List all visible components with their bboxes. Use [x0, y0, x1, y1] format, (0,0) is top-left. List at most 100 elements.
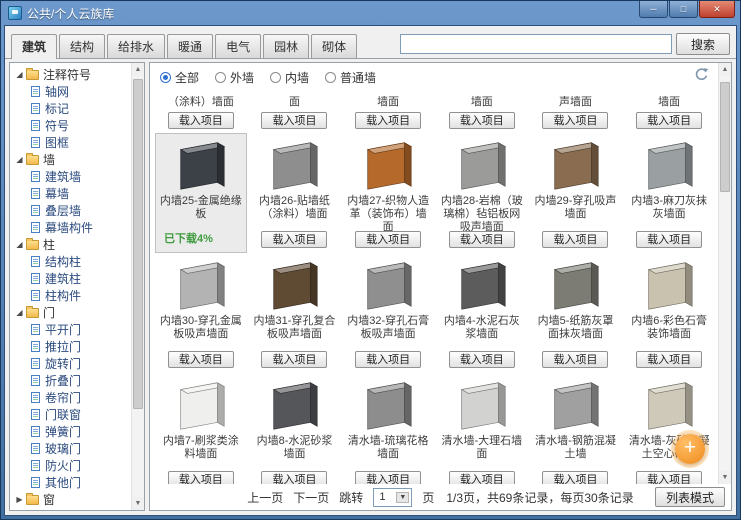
grid-item[interactable]: 内墙6-彩色石膏装饰墙面 载入项目 — [623, 253, 715, 373]
tab-结构[interactable]: 结构 — [59, 34, 106, 58]
expanded-icon[interactable]: ◢ — [14, 240, 25, 249]
sidebar-group[interactable]: ◢ 墙 — [14, 151, 129, 168]
list-mode-button[interactable]: 列表模式 — [654, 487, 725, 507]
load-project-button[interactable]: 载入项目 — [636, 231, 703, 248]
expanded-icon[interactable]: ◢ — [14, 70, 25, 79]
grid-item[interactable]: 内墙28-岩棉（玻璃棉）毡铝板网吸声墙面 载入项目 — [436, 133, 528, 253]
load-project-button[interactable]: 载入项目 — [636, 112, 703, 129]
load-project-button[interactable]: 载入项目 — [261, 231, 328, 248]
sidebar-item[interactable]: 图框 — [14, 134, 129, 151]
sidebar-item[interactable]: 符号 — [14, 117, 129, 134]
sidebar-item[interactable]: 轴网 — [14, 83, 129, 100]
sidebar-item[interactable]: 防火门 — [14, 457, 129, 474]
load-project-button[interactable]: 载入项目 — [542, 351, 609, 368]
load-project-button[interactable]: 载入项目 — [355, 112, 422, 129]
grid-item[interactable]: 内墙4-水泥石灰浆墙面 载入项目 — [436, 253, 528, 373]
sidebar-scrollbar[interactable]: ▲ ▼ — [131, 63, 144, 510]
tab-建筑[interactable]: 建筑 — [11, 34, 58, 59]
load-project-button[interactable]: 载入项目 — [261, 471, 328, 484]
scrollbar-thumb[interactable] — [720, 82, 730, 192]
sidebar-item[interactable]: 标记 — [14, 100, 129, 117]
load-project-button[interactable]: 载入项目 — [542, 231, 609, 248]
grid-item[interactable]: 内墙26-贴墙纸（涂料）墙面 载入项目 — [249, 133, 341, 253]
filter-option-内墙[interactable]: 内墙 — [270, 69, 309, 86]
sidebar-item[interactable]: 折叠门 — [14, 372, 129, 389]
load-project-button[interactable]: 载入项目 — [167, 351, 234, 368]
maximize-button[interactable]: □ — [669, 1, 698, 18]
refresh-icon[interactable] — [694, 67, 709, 82]
grid-item-clipped[interactable]: 声墙面 载入项目 — [530, 89, 622, 133]
grid-item[interactable]: 清水墙-灰砂混凝土空心砖墙 载入项目 — [623, 373, 715, 484]
grid-item[interactable]: 内墙32-穿孔石膏板吸声墙面 载入项目 — [342, 253, 434, 373]
grid-item[interactable]: 内墙5-纸筋灰罩面抹灰墙面 载入项目 — [530, 253, 622, 373]
scroll-up-icon[interactable]: ▲ — [132, 63, 144, 76]
sidebar-group[interactable]: ◢ 柱 — [14, 236, 129, 253]
sidebar-item[interactable]: 建筑墙 — [14, 168, 129, 185]
sidebar-item[interactable]: 玻璃门 — [14, 440, 129, 457]
sidebar-item[interactable]: 叠层墙 — [14, 202, 129, 219]
expanded-icon[interactable]: ◢ — [14, 155, 25, 164]
sidebar-item[interactable]: 幕墙 — [14, 185, 129, 202]
load-project-button[interactable]: 载入项目 — [167, 471, 234, 484]
filter-option-外墙[interactable]: 外墙 — [215, 69, 254, 86]
grid-item-clipped[interactable]: 墙面 载入项目 — [623, 89, 715, 133]
collapsed-icon[interactable]: ▶ — [14, 495, 25, 504]
sidebar-group[interactable]: ▶ 窗 — [14, 491, 129, 508]
load-project-button[interactable]: 载入项目 — [542, 471, 609, 484]
tab-给排水[interactable]: 给排水 — [107, 34, 166, 58]
search-input[interactable] — [399, 34, 672, 54]
load-project-button[interactable]: 载入项目 — [636, 351, 703, 368]
sidebar-item[interactable]: 平开门 — [14, 321, 129, 338]
sidebar-item[interactable]: 柱构件 — [14, 287, 129, 304]
load-project-button[interactable]: 载入项目 — [542, 112, 609, 129]
load-project-button[interactable]: 载入项目 — [355, 231, 422, 248]
grid-item[interactable]: 清水墙-钢筋混凝土墙 载入项目 — [530, 373, 622, 484]
load-project-button[interactable]: 载入项目 — [448, 351, 515, 368]
load-project-button[interactable]: 载入项目 — [261, 112, 328, 129]
sidebar-item[interactable]: 其他门 — [14, 474, 129, 491]
sidebar-item[interactable]: 结构柱 — [14, 253, 129, 270]
sidebar-item[interactable]: 推拉门 — [14, 338, 129, 355]
grid-item-clipped[interactable]: 墙面 载入项目 — [342, 89, 434, 133]
sidebar-item[interactable]: 弹簧门 — [14, 423, 129, 440]
scrollbar-thumb[interactable] — [133, 79, 143, 410]
tab-砌体[interactable]: 砌体 — [311, 34, 358, 58]
scroll-down-icon[interactable]: ▼ — [719, 471, 731, 484]
grid-scrollbar[interactable]: ▲ ▼ — [718, 63, 731, 484]
sidebar-item[interactable]: 旋转门 — [14, 355, 129, 372]
grid-item-clipped[interactable]: 面载入项目 — [249, 89, 341, 133]
grid-item[interactable]: 内墙7-刷浆类涂料墙面 载入项目 — [155, 373, 247, 484]
grid-item[interactable]: 清水墙-琉璃花格墙面 载入项目 — [342, 373, 434, 484]
load-project-button[interactable]: 载入项目 — [636, 471, 703, 484]
grid-item-clipped[interactable]: （涂料）墙面 载入项目 — [155, 89, 247, 133]
search-button[interactable]: 搜索 — [675, 33, 730, 55]
grid-item[interactable]: 内墙3-麻刀灰抹灰墙面 载入项目 — [623, 133, 715, 253]
grid-item-clipped[interactable]: 墙面 载入项目 — [436, 89, 528, 133]
close-button[interactable]: ✕ — [699, 1, 735, 18]
load-project-button[interactable]: 载入项目 — [261, 351, 328, 368]
grid-item[interactable]: 内墙8-水泥砂浆墙面 载入项目 — [249, 373, 341, 484]
load-project-button[interactable]: 载入项目 — [167, 112, 234, 129]
sidebar-group[interactable]: ◢ 注释符号 — [14, 66, 129, 83]
tab-电气[interactable]: 电气 — [215, 34, 262, 58]
sidebar-group[interactable]: ◢ 门 — [14, 304, 129, 321]
expanded-icon[interactable]: ◢ — [14, 308, 25, 317]
sidebar-item[interactable]: 卷帘门 — [14, 389, 129, 406]
tab-园林[interactable]: 园林 — [263, 34, 310, 58]
load-project-button[interactable]: 载入项目 — [448, 231, 515, 248]
sidebar-item[interactable]: 建筑柱 — [14, 270, 129, 287]
load-project-button[interactable]: 载入项目 — [355, 471, 422, 484]
grid-item[interactable]: 内墙31-穿孔复合板吸声墙面 载入项目 — [249, 253, 341, 373]
next-page-button[interactable]: 下一页 — [293, 489, 329, 506]
grid-item[interactable]: 内墙25-金属绝缘板 已下载4% — [155, 133, 247, 253]
load-project-button[interactable]: 载入项目 — [355, 351, 422, 368]
grid-item[interactable]: 内墙29-穿孔吸声墙面 载入项目 — [530, 133, 622, 253]
page-select[interactable]: 1 ▼ — [373, 487, 413, 507]
filter-option-全部[interactable]: 全部 — [160, 69, 199, 86]
add-button[interactable]: + — [675, 434, 705, 464]
load-project-button[interactable]: 载入项目 — [448, 112, 515, 129]
grid-item[interactable]: 内墙27-织物人造革（装饰布）墙面 载入项目 — [342, 133, 434, 253]
prev-page-button[interactable]: 上一页 — [247, 489, 283, 506]
filter-option-普通墙[interactable]: 普通墙 — [325, 69, 376, 86]
grid-item[interactable]: 清水墙-大理石墙面 载入项目 — [436, 373, 528, 484]
